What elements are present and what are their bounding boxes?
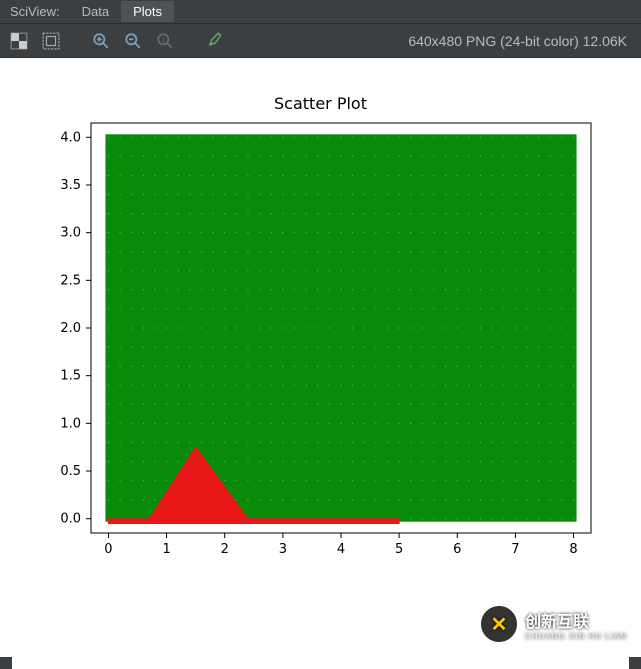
zoom-in-icon[interactable] [90, 30, 112, 52]
svg-text:4.0: 4.0 [60, 130, 81, 145]
svg-text:7: 7 [511, 542, 519, 557]
svg-text:1: 1 [161, 37, 165, 44]
image-info-status: 640x480 PNG (24-bit color) 12.06K [408, 33, 633, 49]
tab-plots[interactable]: Plots [121, 1, 174, 22]
zoom-out-icon[interactable] [122, 30, 144, 52]
svg-text:1.0: 1.0 [60, 416, 81, 431]
svg-text:0.5: 0.5 [60, 464, 81, 479]
svg-text:3.5: 3.5 [60, 178, 81, 193]
svg-text:2.0: 2.0 [60, 321, 81, 336]
checker-icon[interactable] [8, 30, 30, 52]
tab-data[interactable]: Data [70, 1, 121, 22]
svg-text:1: 1 [162, 542, 170, 557]
svg-text:6: 6 [453, 542, 461, 557]
svg-text:0.0: 0.0 [60, 512, 81, 527]
svg-text:3.0: 3.0 [60, 226, 81, 241]
svg-text:0: 0 [104, 542, 112, 557]
svg-text:3: 3 [278, 542, 286, 557]
fit-icon[interactable] [40, 30, 62, 52]
zoom-reset-icon[interactable]: 1 [154, 30, 176, 52]
svg-text:2.5: 2.5 [60, 273, 81, 288]
svg-text:1.5: 1.5 [60, 369, 81, 384]
svg-text:4: 4 [336, 542, 344, 557]
svg-text:5: 5 [394, 542, 402, 557]
svg-text:2: 2 [220, 542, 228, 557]
eyedropper-icon[interactable] [204, 30, 226, 52]
plot-canvas-area: Scatter Plot 0 1 2 3 4 5 6 7 8 0.0 0.5 1.0 1.5 2.0 2.5… [0, 58, 641, 657]
plot-container: Scatter Plot 0 1 2 3 4 5 6 7 8 0.0 0.5 1.0 1.5 2.0 2.5… [12, 94, 629, 669]
panel-title: SciView: [0, 4, 70, 19]
toolbar: 1 640x480 PNG (24-bit color) 12.06K [0, 24, 641, 58]
scatter-chart: 0 1 2 3 4 5 6 7 8 0.0 0.5 1.0 1.5 2.0 2.5 3.0 3.5 4.0 [31, 113, 611, 583]
tab-bar: SciView: Data Plots [0, 0, 641, 24]
svg-text:8: 8 [569, 542, 577, 557]
chart-title: Scatter Plot [12, 94, 629, 113]
